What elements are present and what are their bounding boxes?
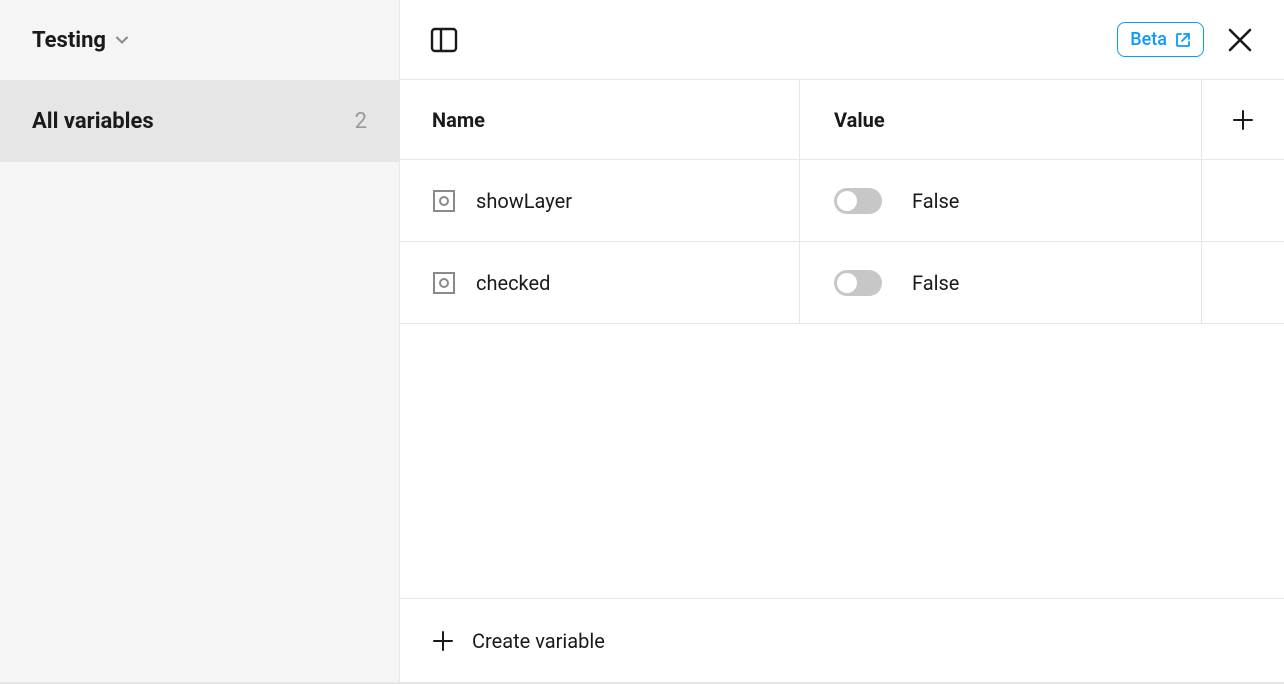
create-variable-button[interactable]: Create variable xyxy=(400,598,1284,682)
value-label: False xyxy=(912,189,959,213)
value-toggle[interactable] xyxy=(834,188,882,214)
table-row[interactable]: showLayer False xyxy=(400,160,1284,242)
variable-name: checked xyxy=(476,271,550,295)
variable-name-cell[interactable]: showLayer xyxy=(400,160,800,241)
sidebar: Testing All variables 2 xyxy=(0,0,400,682)
table-header: Name Value xyxy=(400,80,1284,160)
variable-name: showLayer xyxy=(476,189,572,213)
main-content: Beta Name Value xyxy=(400,0,1284,682)
add-mode-button[interactable] xyxy=(1202,80,1284,159)
topbar: Beta xyxy=(400,0,1284,80)
column-header-name[interactable]: Name xyxy=(400,80,800,159)
sidebar-item-label: All variables xyxy=(32,109,154,134)
row-end xyxy=(1202,160,1284,241)
plus-icon xyxy=(1231,108,1255,132)
panel-icon xyxy=(429,25,459,55)
variables-panel: Testing All variables 2 xyxy=(0,0,1284,684)
variable-name-cell[interactable]: checked xyxy=(400,242,800,323)
create-variable-label: Create variable xyxy=(472,629,605,653)
variable-value-cell[interactable]: False xyxy=(800,242,1202,323)
sidebar-item-all-variables[interactable]: All variables 2 xyxy=(0,80,399,162)
value-toggle[interactable] xyxy=(834,270,882,296)
value-label: False xyxy=(912,271,959,295)
collection-selector[interactable]: Testing xyxy=(0,0,399,80)
table-row[interactable]: checked False xyxy=(400,242,1284,324)
table-body: showLayer False checked xyxy=(400,160,1284,324)
beta-label: Beta xyxy=(1130,29,1167,50)
beta-badge[interactable]: Beta xyxy=(1117,22,1204,57)
chevron-down-icon xyxy=(114,32,130,48)
column-header-value[interactable]: Value xyxy=(800,80,1202,159)
collection-title: Testing xyxy=(32,28,106,53)
sidebar-item-count: 2 xyxy=(355,109,367,134)
row-end xyxy=(1202,242,1284,323)
close-button[interactable] xyxy=(1220,20,1260,60)
boolean-type-icon xyxy=(432,189,456,213)
toggle-sidebar-button[interactable] xyxy=(424,20,464,60)
close-icon xyxy=(1227,27,1253,53)
plus-icon xyxy=(432,630,454,652)
external-link-icon xyxy=(1175,32,1191,48)
boolean-type-icon xyxy=(432,271,456,295)
variable-value-cell[interactable]: False xyxy=(800,160,1202,241)
